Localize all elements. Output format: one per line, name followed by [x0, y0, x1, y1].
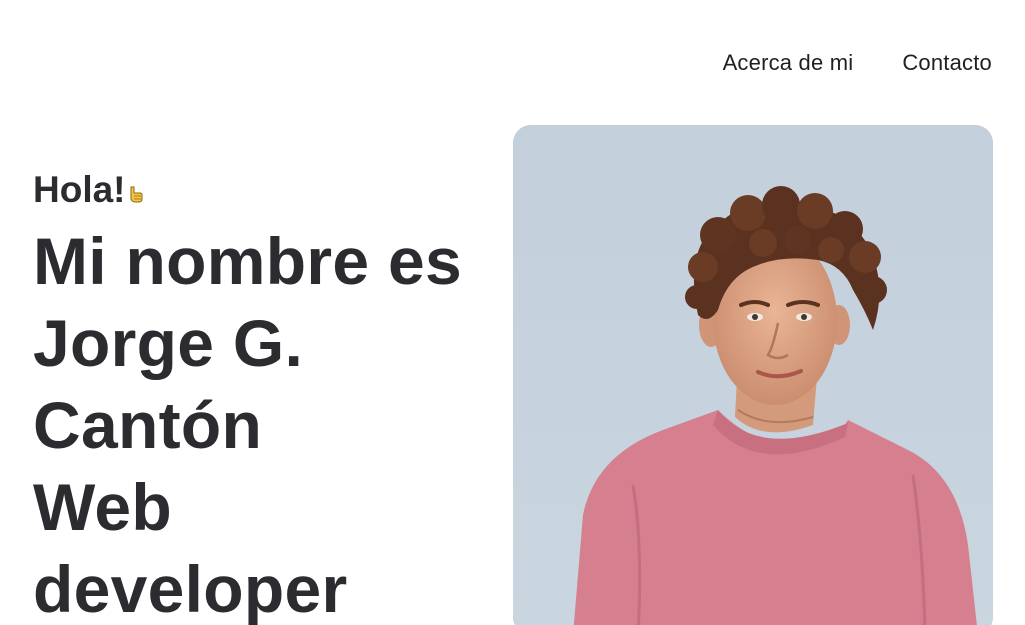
profile-photo [513, 125, 993, 625]
nav-link-about[interactable]: Acerca de mi [723, 48, 854, 78]
headline-line-5: developer [33, 552, 348, 625]
pointing-hand-icon [129, 170, 143, 203]
headline-line-4: Web [33, 470, 173, 544]
hero-section: Hola! Mi nombre es Jorge G. Cantón Web d… [33, 168, 513, 625]
portrait-illustration [513, 125, 993, 625]
headline-line-1: Mi nombre es [33, 224, 463, 298]
top-nav: Acerca de mi Contacto [723, 48, 992, 78]
page: Acerca de mi Contacto Hola! Mi nombre es… [0, 0, 1025, 625]
headline-line-3: Cantón [33, 388, 263, 462]
hero-headline: Mi nombre es Jorge G. Cantón Web develop… [33, 220, 513, 625]
nav-link-contact[interactable]: Contacto [902, 48, 992, 78]
headline-line-2: Jorge G. [33, 306, 304, 380]
greeting: Hola! [33, 168, 513, 212]
greeting-text: Hola! [33, 169, 126, 210]
